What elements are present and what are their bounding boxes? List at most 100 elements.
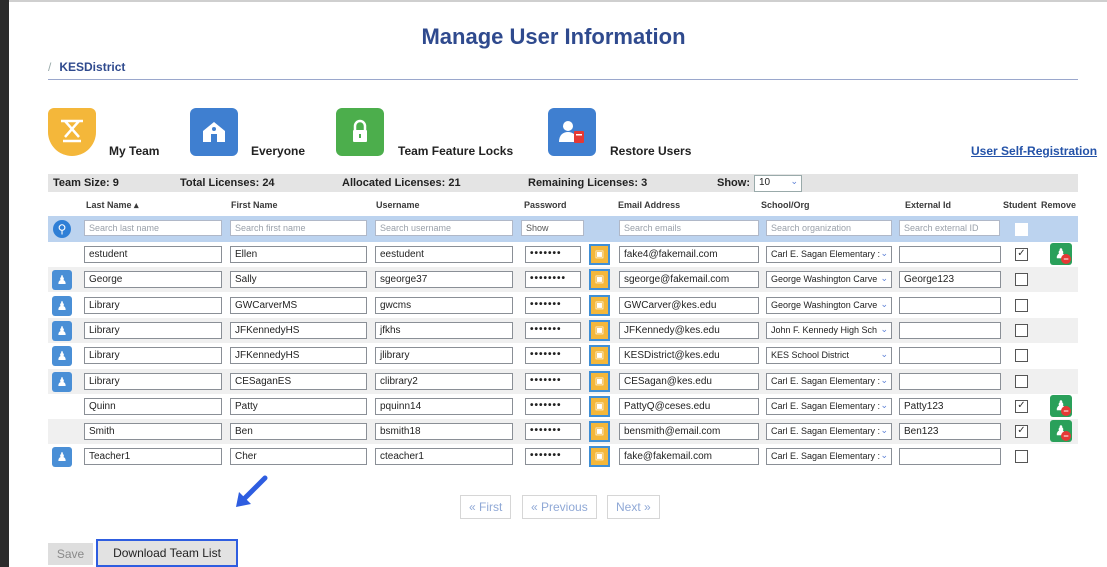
external-id-field[interactable]: Ben123	[899, 423, 1001, 440]
password-lock-icon[interactable]: ▣	[589, 396, 610, 417]
last-name-field[interactable]: Library	[84, 322, 222, 339]
password-field[interactable]: •••••••	[525, 322, 581, 339]
first-name-field[interactable]: CESaganES	[230, 373, 367, 390]
student-checkbox[interactable]	[1015, 273, 1028, 286]
email-field[interactable]: JFKennedy@kes.edu	[619, 322, 759, 339]
password-field[interactable]: •••••••	[525, 448, 581, 465]
user-self-registration-link[interactable]: User Self-Registration	[971, 144, 1097, 158]
first-name-field[interactable]: JFKennedyHS	[230, 322, 367, 339]
school-org-select[interactable]: Carl E. Sagan Elementary : ⌄	[766, 423, 892, 440]
school-org-select[interactable]: Carl E. Sagan Elementary : ⌄	[766, 448, 892, 465]
school-org-select[interactable]: KES School District ⌄	[766, 347, 892, 364]
username-field[interactable]: cteacher1	[375, 448, 513, 465]
breadcrumb-item-kesdistrict[interactable]: KESDistrict	[59, 60, 125, 74]
username-field[interactable]: bsmith18	[375, 423, 513, 440]
show-password-button[interactable]: Show	[521, 220, 584, 236]
last-name-field[interactable]: Library	[84, 373, 222, 390]
student-checkbox[interactable]	[1015, 375, 1028, 388]
external-id-field[interactable]	[899, 347, 1001, 364]
email-field[interactable]: KESDistrict@kes.edu	[619, 347, 759, 364]
student-checkbox[interactable]	[1015, 349, 1028, 362]
search-first-name-input[interactable]: Search first name	[230, 220, 367, 236]
student-checkbox[interactable]	[1015, 324, 1028, 337]
email-field[interactable]: sgeorge@fakemail.com	[619, 271, 759, 288]
column-external-id[interactable]: External Id	[905, 200, 951, 210]
first-name-field[interactable]: Patty	[230, 398, 367, 415]
team-member-icon[interactable]: ♟	[52, 270, 72, 290]
password-field[interactable]: •••••••	[525, 423, 581, 440]
school-org-select[interactable]: Carl E. Sagan Elementary : ⌄	[766, 398, 892, 415]
download-team-list-button[interactable]: Download Team List	[96, 539, 238, 567]
last-name-field[interactable]: Quinn	[84, 398, 222, 415]
last-name-field[interactable]: Teacher1	[84, 448, 222, 465]
email-field[interactable]: GWCarver@kes.edu	[619, 297, 759, 314]
student-checkbox[interactable]: ✓	[1015, 400, 1028, 413]
team-member-icon[interactable]: ♟	[52, 372, 72, 392]
pager-previous-button[interactable]: « Previous	[522, 495, 597, 519]
school-org-select[interactable]: John F. Kennedy High Sch ⌄	[766, 322, 892, 339]
password-field[interactable]: •••••••	[525, 246, 581, 263]
first-name-field[interactable]: Ellen	[230, 246, 367, 263]
password-field[interactable]: •••••••	[525, 398, 581, 415]
show-count-select[interactable]: 10 ⌄	[754, 175, 802, 192]
password-field[interactable]: •••••••	[525, 297, 581, 314]
password-field[interactable]: ••••••••	[525, 271, 581, 288]
pager-next-button[interactable]: Next »	[607, 495, 660, 519]
column-school-org[interactable]: School/Org	[761, 200, 810, 210]
school-org-select[interactable]: George Washington Carve ⌄	[766, 271, 892, 288]
password-lock-icon[interactable]: ▣	[589, 320, 610, 341]
last-name-field[interactable]: Smith	[84, 423, 222, 440]
password-lock-icon[interactable]: ▣	[589, 345, 610, 366]
team-member-icon[interactable]: ♟	[52, 346, 72, 366]
external-id-field[interactable]	[899, 322, 1001, 339]
search-last-name-input[interactable]: Search last name	[84, 220, 222, 236]
password-field[interactable]: •••••••	[525, 347, 581, 364]
email-field[interactable]: bensmith@email.com	[619, 423, 759, 440]
team-member-icon[interactable]: ♟	[52, 321, 72, 341]
remove-user-icon[interactable]: ♟ −	[1050, 395, 1072, 417]
pager-first-button[interactable]: « First	[460, 495, 512, 519]
username-field[interactable]: eestudent	[375, 246, 513, 263]
student-checkbox[interactable]	[1015, 299, 1028, 312]
student-checkbox[interactable]	[1015, 450, 1028, 463]
external-id-field[interactable]: George123	[899, 271, 1001, 288]
column-first-name[interactable]: First Name	[231, 200, 278, 210]
save-button[interactable]: Save	[48, 543, 93, 565]
remove-user-icon[interactable]: ♟ −	[1050, 420, 1072, 442]
email-field[interactable]: fake4@fakemail.com	[619, 246, 759, 263]
first-name-field[interactable]: Sally	[230, 271, 367, 288]
search-username-input[interactable]: Search username	[375, 220, 513, 236]
search-external-id-input[interactable]: Search external ID	[899, 220, 1000, 236]
last-name-field[interactable]: George	[84, 271, 222, 288]
username-field[interactable]: clibrary2	[375, 373, 513, 390]
last-name-field[interactable]: Library	[84, 297, 222, 314]
first-name-field[interactable]: Ben	[230, 423, 367, 440]
password-lock-icon[interactable]: ▣	[589, 269, 610, 290]
column-last-name[interactable]: Last Name ▴	[86, 200, 139, 211]
column-email[interactable]: Email Address	[618, 200, 680, 210]
external-id-field[interactable]	[899, 297, 1001, 314]
external-id-field[interactable]	[899, 373, 1001, 390]
username-field[interactable]: jfkhs	[375, 322, 513, 339]
school-org-select[interactable]: Carl E. Sagan Elementary : ⌄	[766, 373, 892, 390]
remove-user-icon[interactable]: ♟ −	[1050, 243, 1072, 265]
email-field[interactable]: CESagan@kes.edu	[619, 373, 759, 390]
search-email-input[interactable]: Search emails	[619, 220, 759, 236]
external-id-field[interactable]	[899, 448, 1001, 465]
first-name-field[interactable]: Cher	[230, 448, 367, 465]
team-member-icon[interactable]: ♟	[52, 447, 72, 467]
username-field[interactable]: jlibrary	[375, 347, 513, 364]
column-username[interactable]: Username	[376, 200, 420, 210]
last-name-field[interactable]: estudent	[84, 246, 222, 263]
username-field[interactable]: gwcms	[375, 297, 513, 314]
username-field[interactable]: sgeorge37	[375, 271, 513, 288]
email-field[interactable]: fake@fakemail.com	[619, 448, 759, 465]
first-name-field[interactable]: JFKennedyHS	[230, 347, 367, 364]
password-lock-icon[interactable]: ▣	[589, 295, 610, 316]
team-member-icon[interactable]: ♟	[52, 296, 72, 316]
last-name-field[interactable]: Library	[84, 347, 222, 364]
student-filter-checkbox[interactable]	[1015, 223, 1028, 236]
student-checkbox[interactable]: ✓	[1015, 248, 1028, 261]
first-name-field[interactable]: GWCarverMS	[230, 297, 367, 314]
password-lock-icon[interactable]: ▣	[589, 446, 610, 467]
